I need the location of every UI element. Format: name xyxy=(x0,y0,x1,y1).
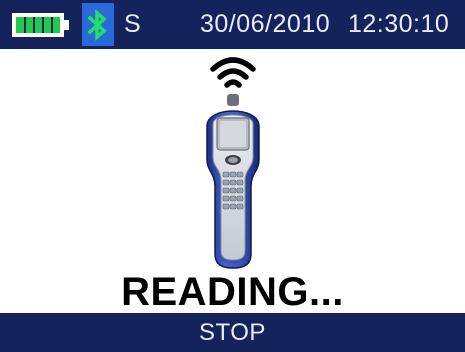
battery-full-icon xyxy=(12,13,69,37)
status-date: 30/06/2010 xyxy=(200,10,331,38)
handheld-reader-icon xyxy=(206,94,260,269)
wireless-signal-icon xyxy=(210,57,256,88)
bluetooth-icon xyxy=(87,9,107,41)
status-time: 12:30:10 xyxy=(348,10,450,38)
reading-status-message: READING... xyxy=(121,270,344,314)
status-bar: S 30/06/2010 12:30:10 xyxy=(0,0,465,49)
mode-indicator: S xyxy=(124,10,142,38)
stop-button[interactable]: STOP xyxy=(0,313,465,352)
bluetooth-indicator xyxy=(82,3,114,46)
main-screen: READING... xyxy=(0,49,465,314)
